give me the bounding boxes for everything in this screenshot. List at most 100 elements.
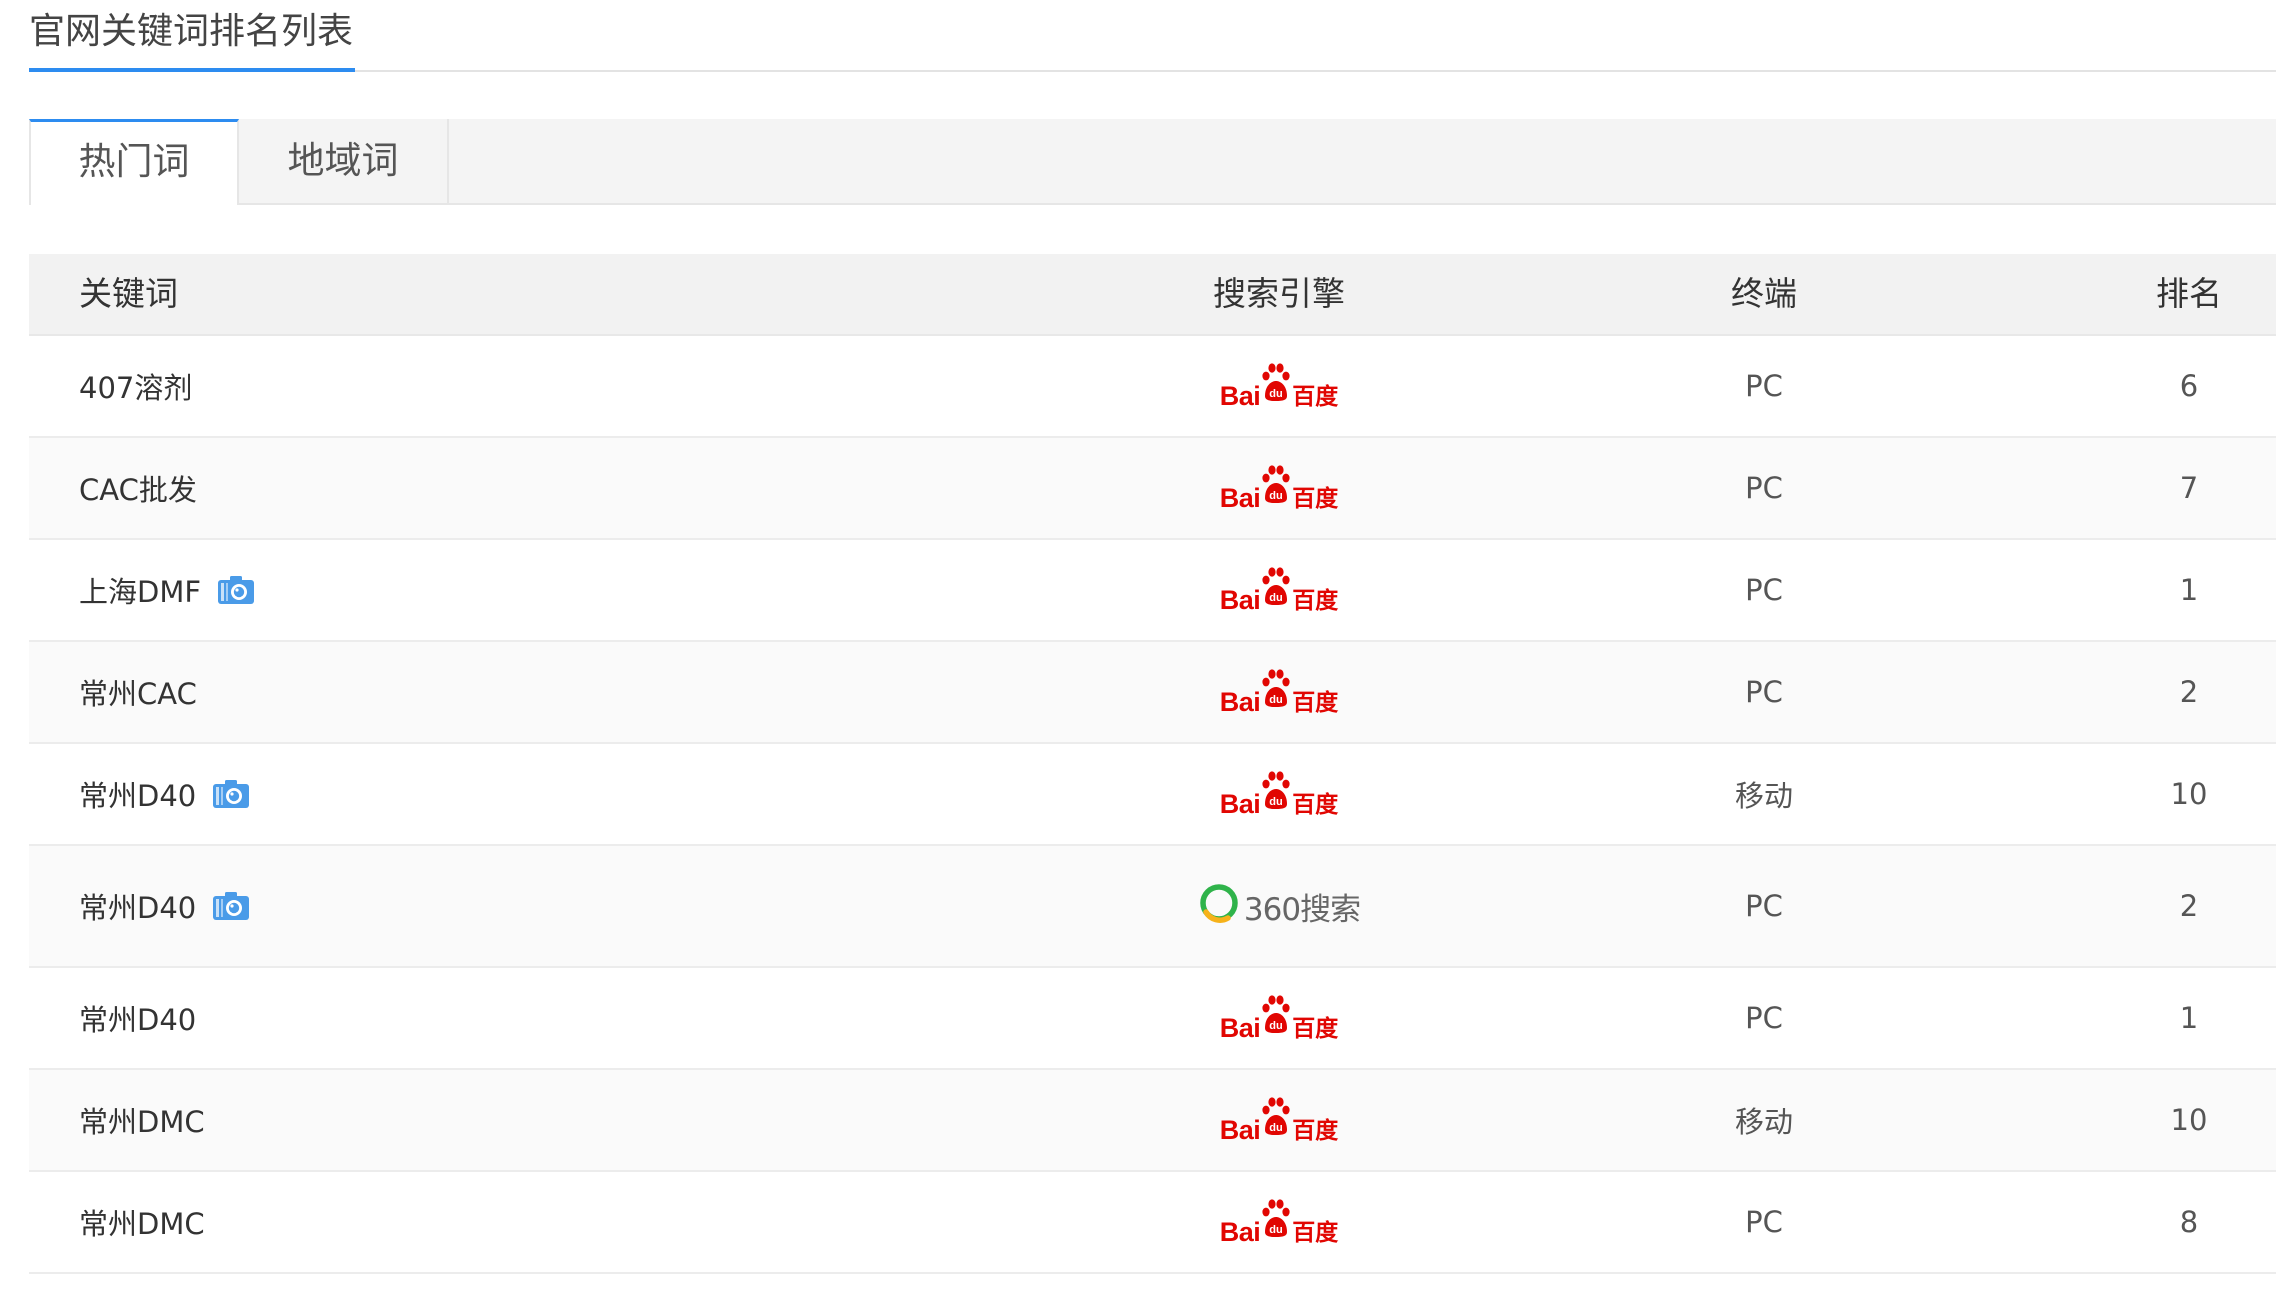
baidu-logo: Bai du 百度 (1219, 361, 1338, 411)
keyword-text: 常州D40 (79, 779, 197, 813)
baidu-logo-latin: Bai (1219, 1013, 1261, 1043)
keyword-cell: 常州CAC (79, 642, 197, 742)
baidu-logo-chinese: 百度 (1292, 1016, 1339, 1042)
baidu-logo-chinese: 百度 (1292, 1220, 1339, 1246)
svg-text:du: du (1270, 796, 1283, 808)
baidu-logo-latin: Bai (1219, 687, 1261, 717)
keyword-text: 常州D40 (79, 1003, 197, 1037)
section-title: 官网关键词排名列表 (29, 6, 356, 72)
so360-ring-icon (1198, 882, 1240, 931)
search-engine-cell: Bai du 百度 (1119, 336, 1439, 436)
baidu-logo: Bai du 百度 (1220, 1095, 1339, 1145)
baidu-logo: Bai du 百度 (1219, 565, 1339, 615)
keyword-cell: 407溶剂 (79, 336, 192, 436)
svg-text:du: du (1270, 1020, 1283, 1032)
rank-cell: 10 (2170, 1103, 2208, 1137)
search-engine-cell: Bai du 百度 (1119, 642, 1439, 742)
header-search-engine: 搜索引擎 (1213, 274, 1345, 313)
baidu-logo-chinese: 百度 (1292, 588, 1339, 614)
search-engine-cell: Bai du 百度 (1119, 744, 1439, 844)
terminal-cell: 移动 (1734, 1105, 1793, 1139)
svg-text:du: du (1270, 1122, 1283, 1134)
baidu-logo-latin: Bai (1219, 483, 1261, 513)
keyword-rank-table: 关键词 搜索引擎 终端 排名 407溶剂 Bai du 百度 PC 6 CAC批发 … (29, 254, 2276, 1274)
page: 官网关键词排名列表 热门词 地域词 关键词 搜索引擎 终端 排名 407溶剂 B… (0, 0, 2276, 1292)
terminal-cell: PC (1745, 675, 1783, 709)
keyword-text: 常州DMC (79, 1207, 205, 1241)
keyword-text: 常州CAC (79, 677, 197, 711)
baidu-logo: Bai du 百度 (1219, 463, 1339, 513)
search-engine-cell: Bai du 百度 (1119, 1070, 1439, 1170)
keyword-text: CAC批发 (79, 473, 197, 507)
baidu-paw-icon: du (1261, 566, 1291, 613)
baidu-logo-chinese: 百度 (1292, 690, 1339, 716)
baidu-logo-chinese: 百度 (1292, 1118, 1339, 1144)
baidu-logo-latin: Bai (1219, 585, 1261, 615)
rank-cell: 6 (2179, 369, 2199, 403)
keyword-cell: 常州D40 (79, 744, 250, 844)
baidu-logo-latin: Bai (1219, 789, 1261, 819)
terminal-cell: PC (1745, 471, 1783, 505)
svg-text:du: du (1270, 592, 1283, 604)
camera-icon[interactable] (212, 891, 250, 921)
terminal-cell: PC (1745, 889, 1783, 923)
baidu-paw-icon: du (1261, 668, 1291, 715)
search-engine-cell: Bai du 百度 (1119, 1172, 1439, 1272)
rank-cell: 7 (2179, 471, 2199, 505)
rank-cell: 1 (2179, 573, 2199, 607)
table-row: 上海DMF Bai du 百度 PC 1 (29, 540, 2276, 642)
keyword-cell: 上海DMF (79, 540, 255, 640)
table-row: 常州CAC Bai du 百度 PC 2 (29, 642, 2276, 744)
baidu-logo-latin: Bai (1219, 381, 1261, 411)
so360-logo-text: 360搜索 (1243, 891, 1361, 928)
camera-icon[interactable] (217, 575, 255, 605)
tab-hot-keywords[interactable]: 热门词 (29, 119, 239, 205)
search-engine-cell: Bai du 百度 (1119, 540, 1439, 640)
baidu-paw-icon: du (1261, 994, 1291, 1041)
keyword-cell: 常州DMC (79, 1070, 205, 1170)
table-row: 常州D40 Bai du 百度 PC 1 (29, 968, 2276, 1070)
svg-text:du: du (1270, 490, 1283, 502)
keyword-cell: CAC批发 (79, 438, 197, 538)
search-engine-cell: 360搜索 (1119, 846, 1439, 966)
tab-regional-keywords[interactable]: 地域词 (239, 119, 449, 203)
tab-bar: 热门词 地域词 (29, 119, 2276, 205)
keyword-text: 常州DMC (79, 1105, 205, 1139)
table-body: 407溶剂 Bai du 百度 PC 6 CAC批发 Bai du 百度 PC 7 上海… (29, 336, 2276, 1274)
svg-text:du: du (1270, 1224, 1283, 1236)
table-row: CAC批发 Bai du 百度 PC 7 (29, 438, 2276, 540)
table-header: 关键词 搜索引擎 终端 排名 (29, 254, 2276, 336)
keyword-cell: 常州D40 (79, 968, 196, 1068)
baidu-paw-icon: du (1261, 464, 1291, 511)
baidu-logo-chinese: 百度 (1292, 792, 1339, 818)
baidu-logo: Bai du 百度 (1219, 769, 1339, 819)
terminal-cell: PC (1745, 1205, 1783, 1239)
so360-logo: 360搜索 (1198, 882, 1361, 931)
header-rank: 排名 (2156, 274, 2222, 313)
baidu-paw-icon: du (1261, 770, 1291, 817)
baidu-logo: Bai du 百度 (1219, 667, 1339, 717)
table-row: 常州DMC Bai du 百度 移动 10 (29, 1070, 2276, 1172)
svg-text:du: du (1270, 388, 1283, 400)
table-row: 常州D40 360搜索 PC 2 (29, 846, 2276, 968)
terminal-cell: PC (1745, 369, 1783, 403)
baidu-logo: Bai du 百度 (1219, 1197, 1339, 1247)
search-engine-cell: Bai du 百度 (1119, 968, 1439, 1068)
search-engine-cell: Bai du 百度 (1119, 438, 1439, 538)
baidu-logo: Bai du 百度 (1219, 993, 1339, 1043)
rank-cell: 2 (2179, 889, 2199, 923)
keyword-text: 407溶剂 (79, 371, 193, 405)
baidu-logo-latin: Bai (1219, 1217, 1261, 1247)
baidu-paw-icon: du (1261, 362, 1291, 409)
svg-text:du: du (1270, 694, 1283, 706)
table-row: 407溶剂 Bai du 百度 PC 6 (29, 336, 2276, 438)
terminal-cell: PC (1745, 573, 1783, 607)
rank-cell: 10 (2170, 777, 2208, 811)
terminal-cell: 移动 (1734, 779, 1793, 813)
rank-cell: 2 (2179, 675, 2199, 709)
keyword-text: 上海DMF (79, 575, 202, 609)
baidu-logo-chinese: 百度 (1292, 486, 1339, 512)
rank-cell: 8 (2179, 1205, 2199, 1239)
camera-icon[interactable] (212, 779, 250, 809)
header-keyword: 关键词 (79, 274, 178, 313)
